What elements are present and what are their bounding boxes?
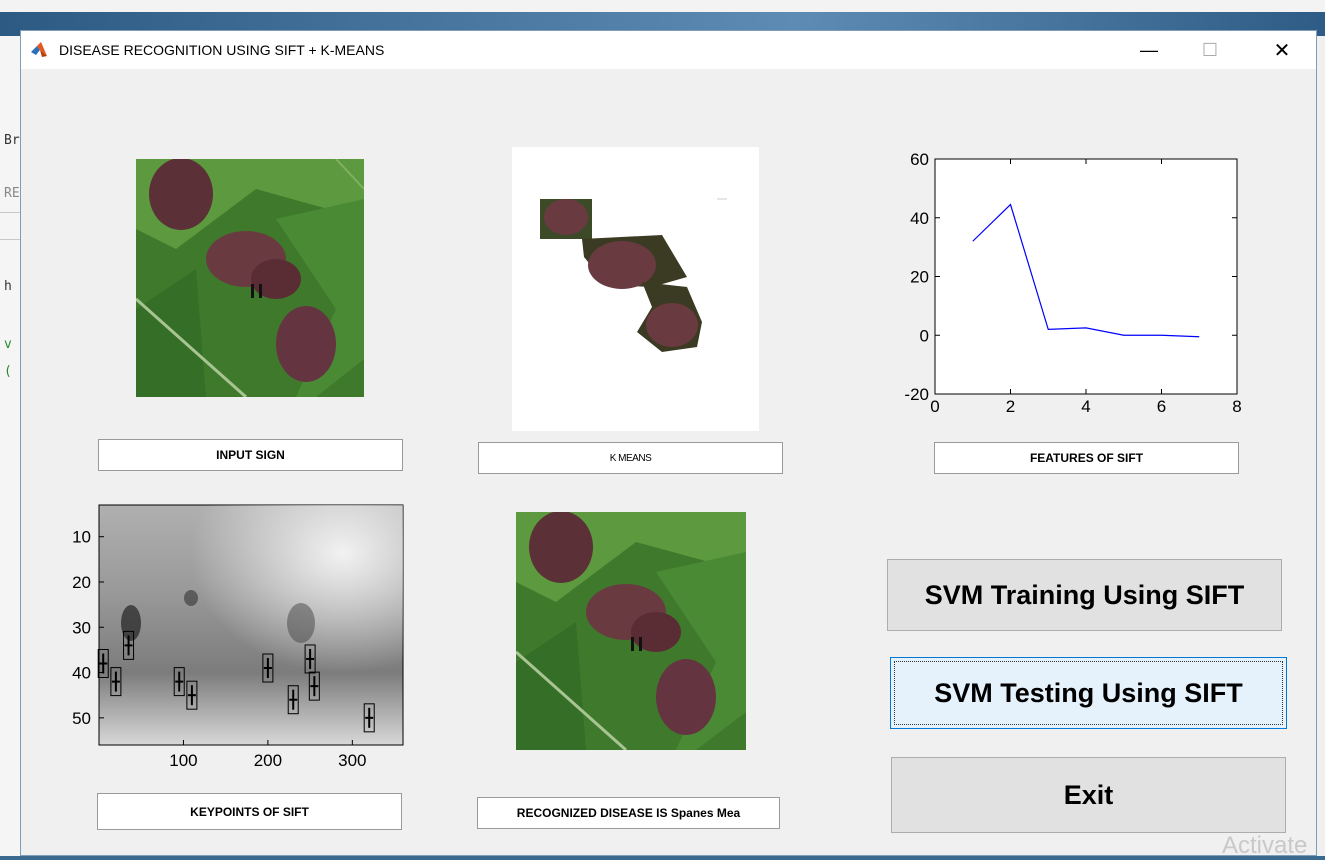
features-label: FEATURES OF SIFT <box>934 442 1239 474</box>
features-chart: -20 0 20 40 60 02468 <box>901 151 1246 431</box>
window-title: DISEASE RECOGNITION USING SIFT + K-MEANS <box>59 42 385 58</box>
kmeans-label: K MEANS <box>478 442 783 474</box>
minimize-button[interactable]: — <box>1126 31 1172 69</box>
svm-testing-button[interactable]: SVM Testing Using SIFT <box>890 657 1287 729</box>
svm-training-button[interactable]: SVM Training Using SIFT <box>887 559 1282 631</box>
y-tick-label: 50 <box>72 709 91 728</box>
keypoints-plot: 10 20 30 40 50 100 200 300 <box>72 504 404 770</box>
close-button[interactable]: ✕ <box>1259 31 1305 69</box>
bg-glyph: RE <box>4 186 20 201</box>
y-tick-label: 0 <box>920 326 929 345</box>
maximize-button[interactable]: ☐ <box>1187 31 1233 69</box>
bg-glyph: ( <box>4 364 12 379</box>
y-tick-label: 20 <box>72 573 91 592</box>
y-tick-label: 40 <box>910 209 929 228</box>
y-tick-label: -20 <box>904 385 929 404</box>
exit-button[interactable]: Exit <box>891 757 1286 833</box>
recognized-image <box>516 512 746 750</box>
matlab-icon <box>31 42 47 57</box>
keypoints-label: KEYPOINTS OF SIFT <box>97 793 402 830</box>
y-tick-label: 30 <box>72 618 91 637</box>
bg-glyph: v <box>4 337 12 352</box>
x-tick-label: 8 <box>1232 397 1241 416</box>
x-tick-label: 0 <box>930 397 939 416</box>
x-tick-label: 6 <box>1157 397 1166 416</box>
x-tick-label: 100 <box>169 751 197 770</box>
y-tick-label: 60 <box>910 151 929 169</box>
x-tick-label: 300 <box>338 751 366 770</box>
input-image <box>136 159 364 397</box>
keypoints-chart: 10 20 30 40 50 100 200 300 <box>51 503 411 783</box>
background-top-strip <box>0 0 1325 12</box>
kmeans-image <box>512 147 759 431</box>
y-tick-label: 10 <box>72 528 91 547</box>
bg-glyph: Br <box>4 133 20 148</box>
bg-glyph: h <box>4 279 12 294</box>
recognized-disease-field: RECOGNIZED DISEASE IS Spanes Mea <box>477 797 780 829</box>
x-tick-label: 4 <box>1081 397 1090 416</box>
app-window: DISEASE RECOGNITION USING SIFT + K-MEANS… <box>20 30 1317 856</box>
y-tick-label: 40 <box>72 664 91 683</box>
x-tick-label: 2 <box>1006 397 1015 416</box>
y-tick-label: 20 <box>910 268 929 287</box>
x-tick-label: 200 <box>254 751 282 770</box>
input-sign-label: INPUT SIGN <box>98 439 403 471</box>
title-bar[interactable]: DISEASE RECOGNITION USING SIFT + K-MEANS… <box>21 31 1316 69</box>
features-plot: -200204060 02468 <box>904 151 1241 416</box>
